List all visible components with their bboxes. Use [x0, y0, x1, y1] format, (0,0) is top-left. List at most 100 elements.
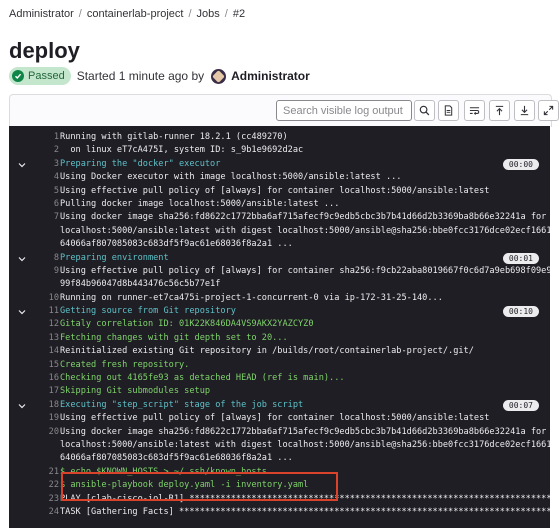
log-line: 64066af807085083c683df5f9ac61e68036f8a2a…: [9, 452, 550, 465]
line-number[interactable]: 4: [25, 171, 59, 184]
log-line-text: Gitaly correlation ID: 01K22K846DA4VS9AK…: [60, 319, 314, 330]
log-line-text: Reinitialized existing Git repository in…: [60, 346, 474, 357]
search-log-input[interactable]: [276, 100, 412, 121]
section-duration-badge: 00:10: [502, 306, 539, 318]
breadcrumb-separator: /: [188, 8, 192, 20]
log-line: 24 TASK [Gathering Facts] ***************…: [9, 506, 550, 519]
breadcrumb-item-job-id[interactable]: #2: [233, 8, 245, 20]
breadcrumb-item-project[interactable]: containerlab-project: [87, 8, 184, 20]
log-line-text: Fetching changes with git depth set to 2…: [60, 332, 288, 343]
log-line: 1 Running with gitlab-runner 18.2.1 (cc48…: [9, 131, 550, 144]
line-number[interactable]: 5: [25, 185, 59, 198]
line-number[interactable]: 23: [25, 493, 59, 506]
line-number[interactable]: 18: [25, 399, 59, 412]
log-line: localhost:5000/ansible:latest with diges…: [9, 439, 550, 452]
log-section-header[interactable]: 11 Getting source from Git repository 00:1…: [9, 305, 550, 318]
line-number[interactable]: 3: [25, 158, 59, 171]
log-line: 19 Using effective pull policy of [always…: [9, 412, 550, 425]
log-line: 15 Created fresh repository.: [9, 359, 550, 372]
check-circle-icon: [12, 70, 24, 82]
log-line-text: Checking out 4165fe93 as detached HEAD (…: [60, 373, 345, 384]
search-button[interactable]: [414, 100, 435, 121]
avatar[interactable]: [211, 68, 227, 84]
breadcrumb-separator: /: [78, 8, 82, 20]
highlight-box: [61, 472, 338, 501]
log-line-text: Executing "step_script" stage of the job…: [60, 399, 304, 410]
arrow-down-icon: [520, 105, 529, 116]
log-line-text: Getting source from Git repository: [60, 306, 236, 317]
line-number[interactable]: 11: [25, 305, 59, 318]
line-number[interactable]: 10: [25, 292, 59, 305]
section-duration-badge: 00:07: [502, 399, 539, 411]
log-line: 5 Using effective pull policy of [always]…: [9, 185, 550, 198]
author-name[interactable]: Administrator: [231, 69, 310, 83]
job-status-line: Passed Started 1 minute ago by Administr…: [9, 67, 310, 85]
line-number[interactable]: 17: [25, 385, 59, 398]
fullscreen-button[interactable]: [538, 100, 559, 121]
status-badge-label: Passed: [28, 70, 65, 82]
log-line-text: 99f84b96047d8b443476c56c5b77e1f: [60, 279, 221, 290]
line-number[interactable]: 7: [25, 211, 59, 224]
line-number[interactable]: 15: [25, 359, 59, 372]
scroll-to-top-button[interactable]: [489, 100, 510, 121]
log-line-text: Using effective pull policy of [always] …: [60, 265, 550, 276]
log-line: localhost:5000/ansible:latest with diges…: [9, 225, 550, 238]
log-line-text: Created fresh repository.: [60, 359, 190, 370]
log-line-text: Preparing environment: [60, 252, 169, 263]
scroll-to-bottom-button[interactable]: [514, 100, 535, 121]
line-number[interactable]: 12: [25, 318, 59, 331]
log-line-text: Using effective pull policy of [always] …: [60, 185, 490, 196]
job-log-toolbar: [9, 94, 559, 127]
line-number[interactable]: 21: [25, 466, 59, 479]
status-badge[interactable]: Passed: [9, 67, 71, 85]
log-line-text: Using Docker executor with image localho…: [60, 172, 402, 183]
breadcrumb-item-jobs[interactable]: Jobs: [197, 8, 220, 20]
log-line-text: on linux eT7cA475I, system ID: s_9b1e969…: [60, 145, 304, 156]
log-line-text: 64066af807085083c683df5f9ac61e68036f8a2a…: [60, 453, 293, 464]
log-line: 17 Skipping Git submodules setup: [9, 385, 550, 398]
line-number[interactable]: 20: [25, 426, 59, 439]
line-number[interactable]: 13: [25, 332, 59, 345]
log-line-text: TASK [Gathering Facts] *****************…: [60, 506, 550, 517]
maximize-icon: [543, 105, 554, 116]
log-section-header[interactable]: 18 Executing "step_script" stage of the j…: [9, 399, 550, 412]
line-number[interactable]: 9: [25, 265, 59, 278]
job-log[interactable]: 1 Running with gitlab-runner 18.2.1 (cc48…: [9, 126, 550, 528]
page-title: deploy: [9, 38, 80, 63]
wrap-lines-button[interactable]: [464, 100, 485, 121]
line-number[interactable]: 24: [25, 506, 59, 519]
line-number[interactable]: 16: [25, 372, 59, 385]
log-line-text: Running on runner-et7ca475i-project-1-co…: [60, 292, 443, 303]
line-number[interactable]: 1: [25, 131, 59, 144]
line-number[interactable]: 2: [25, 144, 59, 157]
log-line-text: Using docker image sha256:fd8622c1772bba…: [60, 426, 547, 437]
log-line: 7 Using docker image sha256:fd8622c1772bb…: [9, 211, 550, 224]
log-section-header[interactable]: 3 Preparing the "docker" executor 00:00: [9, 158, 550, 171]
line-number[interactable]: 22: [25, 479, 59, 492]
log-line-text: Pulling docker image localhost:5000/ansi…: [60, 198, 340, 209]
line-number[interactable]: 6: [25, 198, 59, 211]
log-lines: 1 Running with gitlab-runner 18.2.1 (cc48…: [9, 131, 550, 519]
log-section-header[interactable]: 8 Preparing environment 00:01: [9, 252, 550, 265]
log-line-text: Running with gitlab-runner 18.2.1 (cc489…: [60, 132, 288, 142]
log-line: 10 Running on runner-et7ca475i-project-1-…: [9, 292, 550, 305]
log-line: 16 Checking out 4165fe93 as detached HEAD…: [9, 372, 550, 385]
document-icon: [444, 105, 453, 116]
log-line-text: Using docker image sha256:fd8622c1772bba…: [60, 212, 547, 223]
log-line-text: 64066af807085083c683df5f9ac61e68036f8a2a…: [60, 239, 293, 250]
show-raw-button[interactable]: [438, 100, 459, 121]
section-duration-badge: 00:00: [502, 158, 539, 170]
line-number[interactable]: 14: [25, 345, 59, 358]
log-line: 6 Pulling docker image localhost:5000/ans…: [9, 198, 550, 211]
breadcrumb-separator: /: [224, 8, 228, 20]
log-line: 99f84b96047d8b443476c56c5b77e1f: [9, 278, 550, 291]
line-number[interactable]: 8: [25, 252, 59, 265]
log-line: 4 Using Docker executor with image localh…: [9, 171, 550, 184]
search-icon: [419, 105, 430, 116]
log-line-text: Preparing the "docker" executor: [60, 158, 221, 169]
log-line-text: localhost:5000/ansible:latest with diges…: [60, 439, 550, 450]
log-line: 2 on linux eT7cA475I, system ID: s_9b1e9…: [9, 144, 550, 157]
breadcrumb-item-administrator[interactable]: Administrator: [9, 8, 74, 20]
log-line-text: localhost:5000/ansible:latest with diges…: [60, 225, 550, 236]
line-number[interactable]: 19: [25, 412, 59, 425]
